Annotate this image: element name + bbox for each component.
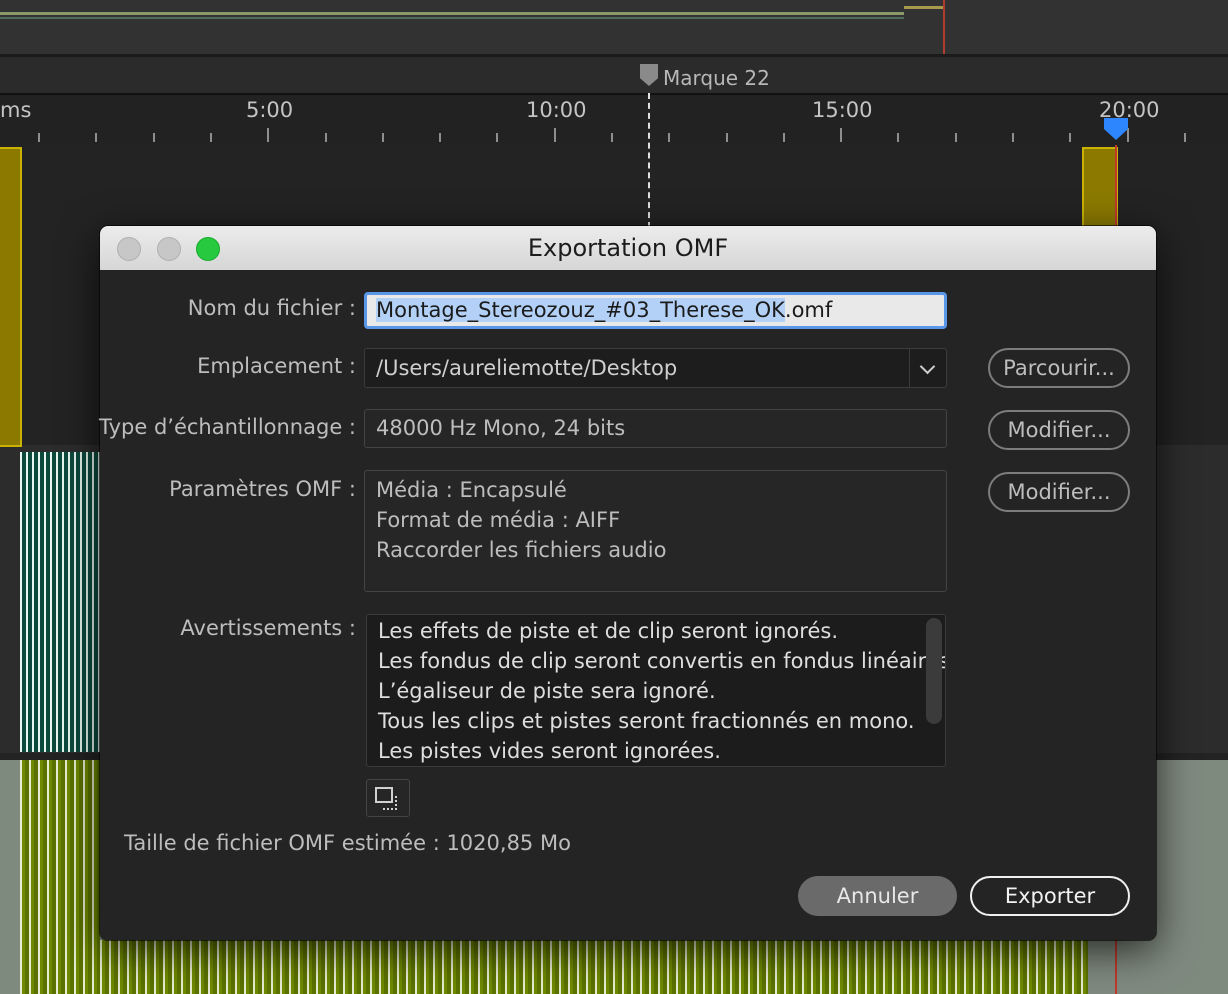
audio-clip[interactable] xyxy=(1082,147,1118,231)
location-label: Emplacement : xyxy=(197,354,356,378)
ruler-tick xyxy=(726,133,728,142)
audio-clip[interactable] xyxy=(100,940,1088,994)
warning-line: L’égaliseur de piste sera ignoré. xyxy=(378,679,716,703)
filename-input[interactable]: Montage_Stereozouz_#03_Therese_OK.omf xyxy=(364,292,947,329)
browse-button[interactable]: Parcourir... xyxy=(988,348,1130,388)
ruler-tick xyxy=(783,133,785,142)
filename-extension: .omf xyxy=(784,298,833,322)
overview-track-line xyxy=(0,17,904,19)
warning-line: Les fondus de clip seront convertis en f… xyxy=(378,649,946,673)
ruler-tick xyxy=(611,133,613,142)
ruler-tick xyxy=(1069,133,1071,142)
estimated-size-text: Taille de fichier OMF estimée : 1020,85 … xyxy=(124,831,571,855)
chevron-down-icon[interactable] xyxy=(909,349,946,387)
omf-params-box: Média : Encapsulé Format de média : AIFF… xyxy=(364,470,947,592)
ruler-tick xyxy=(496,133,498,142)
audio-clip[interactable] xyxy=(20,760,100,994)
copy-icon xyxy=(375,787,397,810)
ruler-tick xyxy=(1184,133,1186,142)
session-overview-bar[interactable] xyxy=(0,0,1228,54)
warning-line: Les pistes vides seront ignorées. xyxy=(378,739,721,763)
warnings-label: Avertissements : xyxy=(180,616,356,640)
ruler-label: 15:00 xyxy=(812,98,873,122)
warnings-list[interactable]: Les effets de piste et de clip seront ig… xyxy=(366,614,946,767)
ruler-label: 5:00 xyxy=(246,98,294,122)
ruler-tick xyxy=(1127,128,1129,142)
ruler-tick xyxy=(897,133,899,142)
warning-line: Tous les clips et pistes seront fraction… xyxy=(378,709,915,733)
sampling-label: Type d’échantillonnage : xyxy=(99,415,356,439)
warnings-scrollbar[interactable] xyxy=(926,618,942,724)
dialog-title: Exportation OMF xyxy=(527,234,729,262)
ruler-tick xyxy=(955,133,957,142)
cancel-button[interactable]: Annuler xyxy=(798,876,957,916)
ruler-tick xyxy=(38,133,40,142)
modify-sampling-button[interactable]: Modifier... xyxy=(988,410,1130,450)
ruler-tick xyxy=(840,128,842,142)
ruler-tick xyxy=(325,133,327,142)
ruler-tick xyxy=(153,133,155,142)
ruler-tick xyxy=(95,133,97,142)
omf-param-line: Média : Encapsulé xyxy=(376,478,567,502)
export-button[interactable]: Exporter xyxy=(970,876,1130,916)
ruler-tick xyxy=(267,128,269,142)
marker-line xyxy=(648,93,650,228)
ruler-tick xyxy=(382,133,384,142)
ruler-label: ms xyxy=(0,98,32,122)
audio-clip[interactable] xyxy=(0,147,22,447)
location-dropdown[interactable]: /Users/aureliemotte/Desktop xyxy=(364,348,947,388)
overview-track-line xyxy=(904,6,944,9)
modify-omf-params-button[interactable]: Modifier... xyxy=(988,472,1130,512)
overview-playhead xyxy=(943,0,945,54)
omf-param-line: Raccorder les fichiers audio xyxy=(376,538,667,562)
dialog-titlebar[interactable]: Exportation OMF xyxy=(100,226,1156,270)
filename-label: Nom du fichier : xyxy=(187,296,356,320)
export-omf-dialog: Exportation OMF Nom du fichier : Montage… xyxy=(99,226,1156,940)
ruler-label: 10:00 xyxy=(526,98,587,122)
omf-param-line: Format de média : AIFF xyxy=(376,508,621,532)
sampling-value: 48000 Hz Mono, 24 bits xyxy=(364,409,947,448)
ruler-tick xyxy=(668,133,670,142)
ruler-tick xyxy=(554,128,556,142)
ruler-tick xyxy=(210,133,212,142)
location-value: /Users/aureliemotte/Desktop xyxy=(376,356,678,380)
omf-params-label: Paramètres OMF : xyxy=(169,477,356,501)
overview-track-line xyxy=(0,12,904,15)
warning-line: Les effets de piste et de clip seront ig… xyxy=(378,619,838,643)
marker-bar xyxy=(0,57,1228,93)
copy-warnings-button[interactable] xyxy=(366,779,410,817)
marker-label: Marque 22 xyxy=(663,66,770,90)
time-ruler[interactable] xyxy=(0,93,1228,147)
ruler-tick xyxy=(439,133,441,142)
filename-selected-text: Montage_Stereozouz_#03_Therese_OK xyxy=(376,298,785,322)
audio-clip[interactable] xyxy=(20,452,100,752)
ruler-tick xyxy=(1012,133,1014,142)
